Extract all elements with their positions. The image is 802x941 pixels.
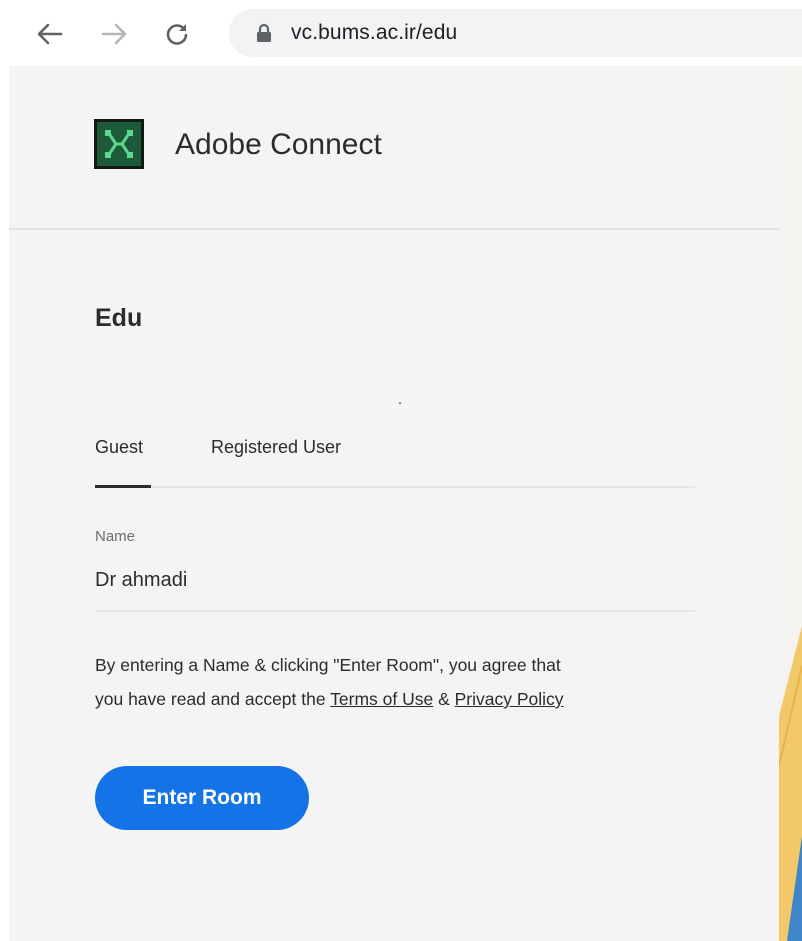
room-title: Edu xyxy=(95,304,143,332)
forward-button[interactable] xyxy=(100,20,128,48)
decorative-background-art xyxy=(779,66,802,941)
tab-registered-user[interactable]: Registered User xyxy=(211,434,371,486)
lock-icon xyxy=(257,23,271,42)
abstract-art-icon xyxy=(779,66,802,941)
adobe-connect-logo-icon xyxy=(94,119,144,169)
decorative-dot xyxy=(399,402,401,404)
reload-icon xyxy=(166,24,188,45)
reload-button[interactable] xyxy=(163,20,191,48)
address-bar[interactable]: vc.bums.ac.ir/edu xyxy=(229,9,802,57)
terms-line-2-prefix: you have read and accept the xyxy=(95,689,331,709)
terms-of-use-link[interactable]: Terms of Use xyxy=(330,689,433,709)
privacy-policy-link[interactable]: Privacy Policy xyxy=(455,689,564,709)
url-text: vc.bums.ac.ir/edu xyxy=(291,21,458,44)
name-field-label: Name xyxy=(95,528,136,545)
terms-notice: By entering a Name & clicking "Enter Roo… xyxy=(95,648,715,716)
tab-guest-label: Guest xyxy=(95,437,144,457)
arrow-left-icon xyxy=(37,23,63,45)
terms-ampersand: & xyxy=(433,689,455,709)
browser-toolbar: vc.bums.ac.ir/edu xyxy=(0,0,802,66)
enter-room-button[interactable]: Enter Room xyxy=(95,766,309,830)
terms-line-1: By entering a Name & clicking "Enter Roo… xyxy=(95,655,561,675)
brand-name: Adobe Connect xyxy=(175,128,382,161)
back-button[interactable] xyxy=(36,20,64,48)
app-header: Adobe Connect xyxy=(9,66,779,230)
tab-registered-user-label: Registered User xyxy=(211,437,342,457)
tab-guest[interactable]: Guest xyxy=(95,434,151,488)
login-panel: Adobe Connect Edu Guest Registered User … xyxy=(9,66,779,941)
active-tab-indicator xyxy=(95,485,151,488)
arrow-right-icon xyxy=(101,23,127,45)
login-tabs: Guest Registered User xyxy=(95,434,695,488)
name-input[interactable] xyxy=(95,562,695,612)
